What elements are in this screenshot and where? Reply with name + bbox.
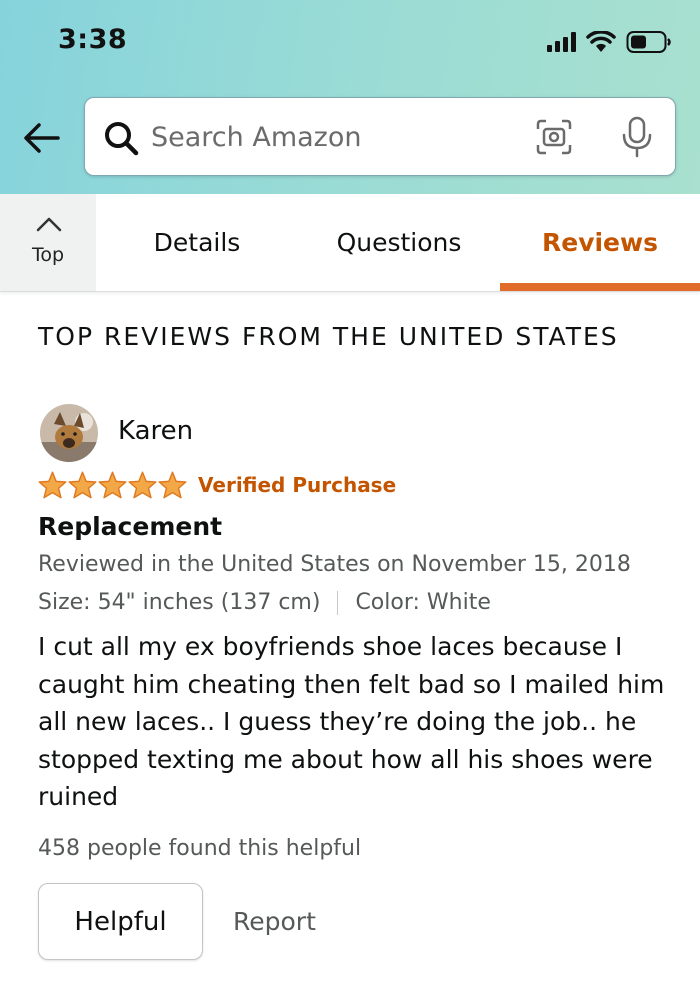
divider [337, 590, 339, 615]
review-body: I cut all my ex boyfriends shoe laces be… [38, 632, 665, 811]
review-date: Reviewed in the United States on Novembe… [38, 552, 631, 577]
scroll-top-label: Top [31, 244, 65, 266]
status-time: 3:38 [58, 24, 128, 55]
star-icon [128, 471, 157, 499]
verified-purchase-badge: Verified Purchase [198, 473, 397, 497]
star-icon [98, 471, 127, 499]
chevron-up-icon [36, 217, 62, 232]
helpful-count: 458 people found this helpful [38, 836, 362, 861]
star-icon [38, 471, 67, 499]
helpful-button[interactable]: Helpful [38, 883, 203, 960]
scroll-top-button[interactable]: Top [0, 194, 96, 291]
microphone-icon[interactable] [621, 116, 653, 158]
product-tabs: Top Details Questions Reviews [0, 194, 700, 292]
back-arrow-icon[interactable] [22, 120, 62, 156]
status-icons [547, 30, 672, 54]
review-title: Replacement [38, 512, 223, 541]
product-variant-info: Size: 54" inches (137 cm) Color: White [38, 590, 491, 615]
tab-reviews[interactable]: Reviews [500, 194, 700, 291]
star-rating [38, 471, 187, 499]
star-icon [158, 471, 187, 499]
search-icon [105, 122, 139, 156]
wifi-icon [586, 31, 616, 52]
search-input[interactable] [151, 116, 511, 158]
size-option: Size: 54" inches (137 cm) [38, 590, 321, 615]
reviewer-name[interactable]: Karen [118, 416, 193, 446]
tab-details[interactable]: Details [96, 194, 298, 291]
top-header: 3:38 [0, 0, 700, 194]
avatar[interactable] [40, 404, 98, 462]
tab-questions[interactable]: Questions [298, 194, 500, 291]
battery-icon [626, 31, 671, 53]
star-icon [68, 471, 97, 499]
report-link[interactable]: Report [233, 907, 316, 936]
camera-icon[interactable] [535, 118, 573, 156]
active-tab-indicator [500, 283, 700, 291]
color-option: Color: White [355, 590, 491, 615]
signal-icon [547, 32, 576, 52]
search-bar[interactable] [84, 97, 676, 176]
section-title: TOP REVIEWS FROM THE UNITED STATES [38, 322, 619, 351]
dog-avatar-image [40, 404, 98, 462]
